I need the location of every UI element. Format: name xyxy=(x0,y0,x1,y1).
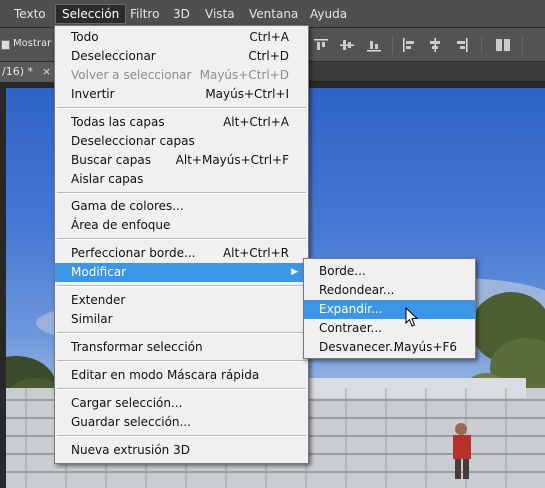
menu-texto[interactable]: Texto xyxy=(8,5,52,23)
menu-separator xyxy=(57,192,306,194)
submenu-item-borde[interactable]: Borde... xyxy=(304,262,475,281)
toolbar-separator xyxy=(392,36,393,54)
menu-item-invertir[interactable]: Invertir Mayús+Ctrl+I xyxy=(55,85,308,104)
menu-item-gama-de-colores[interactable]: Gama de colores... xyxy=(55,197,308,216)
modify-submenu: Borde... Redondear... Expandir... Contra… xyxy=(303,258,476,359)
menu-item-shortcut: Alt+Ctrl+A xyxy=(223,115,289,129)
menu-item-label: Todo xyxy=(71,30,99,44)
menu-separator xyxy=(57,107,306,109)
menu-item-guardar-seleccion[interactable]: Guardar selección... xyxy=(55,413,308,432)
menu-item-similar[interactable]: Similar xyxy=(55,310,308,329)
menu-item-nueva-extrusion-3d[interactable]: Nueva extrusión 3D xyxy=(55,441,308,460)
menu-item-label: Todas las capas xyxy=(71,115,165,129)
submenu-item-label: Expandir... xyxy=(319,302,383,316)
close-icon[interactable]: × xyxy=(42,62,51,82)
menu-item-deseleccionar-capas[interactable]: Deseleccionar capas xyxy=(55,132,308,151)
menu-item-mascara-rapida[interactable]: Editar en modo Máscara rápida xyxy=(55,366,308,385)
align-bottom-icon[interactable] xyxy=(366,37,382,53)
submenu-item-redondear[interactable]: Redondear... xyxy=(304,281,475,300)
align-right-icon[interactable] xyxy=(453,37,469,53)
menu-filtro[interactable]: Filtro xyxy=(124,5,165,23)
menu-item-label: Perfeccionar borde... xyxy=(71,246,196,260)
toolbar-separator xyxy=(481,36,482,54)
menu-item-todas-las-capas[interactable]: Todas las capas Alt+Ctrl+A xyxy=(55,113,308,132)
menu-item-volver-a-seleccionar: Volver a seleccionar Mayús+Ctrl+D xyxy=(55,66,308,85)
menu-item-shortcut: Ctrl+D xyxy=(248,49,289,63)
menu-item-label: Editar en modo Máscara rápida xyxy=(71,368,260,382)
menu-item-label: Cargar selección... xyxy=(71,396,183,410)
menu-ventana[interactable]: Ventana xyxy=(243,5,304,23)
menu-item-label: Deseleccionar xyxy=(71,49,156,63)
menu-separator xyxy=(57,285,306,287)
submenu-arrow-icon: ▶ xyxy=(291,267,298,277)
align-left-icon[interactable] xyxy=(401,37,417,53)
menu-ayuda[interactable]: Ayuda xyxy=(304,5,353,23)
align-hcenter-icon[interactable] xyxy=(427,37,443,53)
menu-separator xyxy=(57,388,306,390)
menu-item-perfeccionar-borde[interactable]: Perfeccionar borde... Alt+Ctrl+R xyxy=(55,244,308,263)
submenu-item-label: Contraer... xyxy=(319,321,382,335)
menu-item-deseleccionar[interactable]: Deseleccionar Ctrl+D xyxy=(55,47,308,66)
submenu-item-label: Redondear... xyxy=(319,283,395,297)
menu-item-label: Deseleccionar capas xyxy=(71,134,195,148)
show-transform-label: Mostrar c xyxy=(13,38,60,49)
document-tab-label: /16) * xyxy=(2,65,33,78)
menu-item-cargar-seleccion[interactable]: Cargar selección... xyxy=(55,394,308,413)
menu-item-label: Volver a seleccionar xyxy=(71,68,192,82)
submenu-item-contraer[interactable]: Contraer... xyxy=(304,319,475,338)
menu-3d[interactable]: 3D xyxy=(167,5,196,23)
menu-item-shortcut: Alt+Mayús+Ctrl+F xyxy=(175,153,289,167)
align-vcenter-icon[interactable] xyxy=(339,37,355,53)
menu-separator xyxy=(57,435,306,437)
menu-item-area-de-enfoque[interactable]: Área de enfoque xyxy=(55,216,308,235)
submenu-item-label: Desvanecer... xyxy=(319,340,401,354)
menu-item-label: Similar xyxy=(71,312,113,326)
menu-item-shortcut: Mayús+Ctrl+D xyxy=(199,68,289,82)
menu-item-label: Aislar capas xyxy=(71,172,144,186)
menu-item-aislar-capas[interactable]: Aislar capas xyxy=(55,170,308,189)
submenu-item-desvanecer[interactable]: Desvanecer... Mayús+F6 xyxy=(304,338,475,357)
menu-item-buscar-capas[interactable]: Buscar capas Alt+Mayús+Ctrl+F xyxy=(55,151,308,170)
menu-item-label: Guardar selección... xyxy=(71,415,191,429)
menu-item-label: Nueva extrusión 3D xyxy=(71,443,190,457)
menu-item-shortcut: Mayús+Ctrl+I xyxy=(205,87,289,101)
menu-item-label: Gama de colores... xyxy=(71,199,184,213)
menu-separator xyxy=(57,332,306,334)
menu-item-label: Buscar capas xyxy=(71,153,151,167)
align-top-icon[interactable] xyxy=(313,37,329,53)
menu-item-label: Invertir xyxy=(71,87,115,101)
menu-item-todo[interactable]: Todo Ctrl+A xyxy=(55,28,308,47)
distribute-icon[interactable] xyxy=(495,37,511,53)
submenu-item-label: Borde... xyxy=(319,264,366,278)
menu-item-extender[interactable]: Extender xyxy=(55,291,308,310)
menu-seleccion[interactable]: Selección xyxy=(55,4,127,24)
mouse-pointer-icon xyxy=(405,307,419,327)
show-transform-checkbox[interactable] xyxy=(1,40,10,50)
menu-item-shortcut: Alt+Ctrl+R xyxy=(222,246,289,260)
menu-item-label: Extender xyxy=(71,293,126,307)
selection-menu: Todo Ctrl+A Deseleccionar Ctrl+D Volver a … xyxy=(54,25,309,464)
submenu-item-expandir[interactable]: Expandir... xyxy=(304,300,475,319)
menu-item-shortcut: Ctrl+A xyxy=(249,30,289,44)
submenu-item-shortcut: Mayús+F6 xyxy=(393,340,457,354)
document-tab[interactable]: /16) * × xyxy=(0,62,62,82)
menu-bar: Texto Selección Filtro 3D Vista Ventana … xyxy=(0,0,545,28)
menu-separator xyxy=(57,238,306,240)
menu-separator xyxy=(57,360,306,362)
menu-item-label: Área de enfoque xyxy=(71,218,171,232)
menu-item-modificar[interactable]: Modificar ▶ xyxy=(55,263,308,282)
menu-item-label: Modificar xyxy=(71,265,127,279)
menu-item-transformar-seleccion[interactable]: Transformar selección xyxy=(55,338,308,357)
toolbar-separator xyxy=(522,36,523,54)
menu-vista[interactable]: Vista xyxy=(199,5,241,23)
menu-item-label: Transformar selección xyxy=(71,340,203,354)
